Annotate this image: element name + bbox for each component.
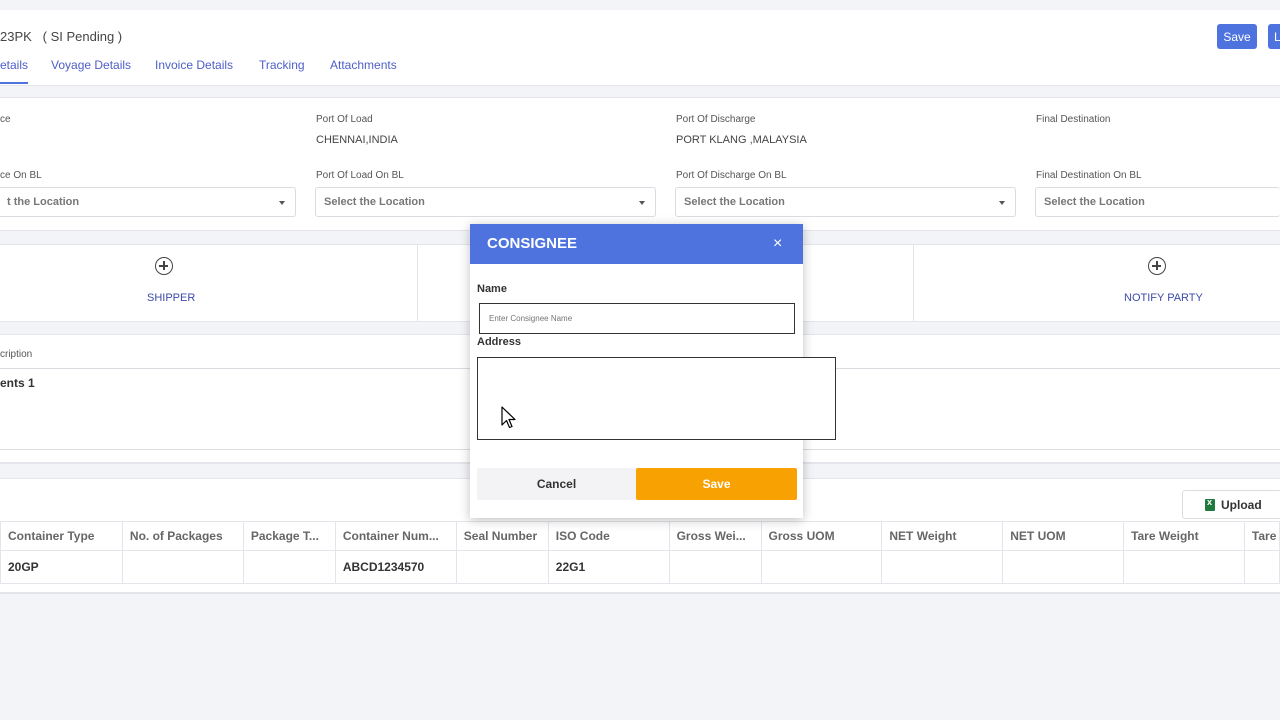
final-destination-label: Final Destination bbox=[1036, 114, 1111, 125]
header-save-button[interactable]: Save bbox=[1217, 24, 1257, 49]
col-net-uom[interactable]: NET UOM bbox=[1002, 521, 1125, 551]
modal-title: CONSIGNEE bbox=[487, 235, 578, 252]
col-container-number[interactable]: Container Num... bbox=[334, 521, 457, 551]
cell-tare-weight bbox=[1123, 550, 1245, 584]
mouse-cursor-icon bbox=[501, 406, 516, 429]
port-of-discharge-label: Port Of Discharge bbox=[676, 114, 756, 125]
container-table: Container Type No. of Packages Package T… bbox=[0, 521, 1280, 584]
description-label: cription bbox=[0, 349, 33, 360]
upload-label: Upload bbox=[1221, 498, 1262, 512]
place-on-bl-placeholder: t the Location bbox=[7, 196, 80, 208]
close-icon[interactable]: × bbox=[773, 235, 782, 253]
address-label: Address bbox=[477, 336, 522, 348]
col-tare-weight[interactable]: Tare Weight bbox=[1123, 521, 1245, 551]
tab-voyage-details[interactable]: Voyage Details bbox=[51, 58, 131, 72]
table-row[interactable]: 20GP ABCD1234570 22G1 bbox=[0, 550, 1280, 584]
notify-party-card[interactable]: NOTIFY PARTY bbox=[914, 245, 1280, 321]
top-strip bbox=[0, 0, 1280, 10]
header-secondary-button[interactable]: L bbox=[1268, 24, 1280, 49]
cell-gross-weight bbox=[668, 550, 762, 584]
page-header: 23PK ( SI Pending ) Save L etails Voyage… bbox=[0, 10, 1280, 86]
port-of-discharge-on-bl-select[interactable]: Select the Location bbox=[675, 187, 1016, 217]
final-destination-on-bl-placeholder: Select the Location bbox=[1044, 196, 1145, 208]
cell-container-number: ABCD1234570 bbox=[334, 550, 457, 584]
cancel-button[interactable]: Cancel bbox=[477, 468, 636, 500]
col-gross-weight[interactable]: Gross Wei... bbox=[668, 521, 762, 551]
cell-no-of-packages bbox=[121, 550, 244, 584]
col-container-type[interactable]: Container Type bbox=[0, 521, 123, 551]
col-no-of-packages[interactable]: No. of Packages bbox=[121, 521, 244, 551]
port-of-discharge-on-bl-label: Port Of Discharge On BL bbox=[676, 170, 787, 181]
col-net-weight[interactable]: NET Weight bbox=[881, 521, 1004, 551]
consignee-modal: CONSIGNEE × Name Address Cancel Save bbox=[470, 224, 836, 518]
cell-net-uom bbox=[1002, 550, 1125, 584]
port-of-load-label: Port Of Load bbox=[316, 114, 373, 125]
upload-button[interactable]: Upload bbox=[1182, 490, 1280, 519]
excel-icon bbox=[1205, 497, 1215, 511]
col-iso-code[interactable]: ISO Code bbox=[547, 521, 670, 551]
locations-panel: ce Port Of Load CHENNAI,INDIA Port Of Di… bbox=[0, 97, 1280, 231]
description-value: ents 1 bbox=[0, 376, 35, 390]
tab-attachments[interactable]: Attachments bbox=[330, 58, 397, 72]
modal-header: CONSIGNEE × bbox=[470, 224, 803, 264]
cell-gross-uom bbox=[760, 550, 883, 584]
port-of-load-on-bl-label: Port Of Load On BL bbox=[316, 170, 404, 181]
cell-seal-number bbox=[455, 550, 549, 584]
tab-invoice-details[interactable]: Invoice Details bbox=[155, 58, 233, 72]
name-label: Name bbox=[477, 283, 507, 295]
page-title: 23PK ( SI Pending ) bbox=[0, 29, 123, 44]
tab-details[interactable]: etails bbox=[0, 58, 29, 84]
shipper-label: SHIPPER bbox=[147, 292, 196, 304]
place-on-bl-select[interactable]: t the Location bbox=[0, 187, 296, 217]
col-seal-number[interactable]: Seal Number bbox=[455, 521, 549, 551]
chevron-down-icon bbox=[639, 201, 645, 205]
cell-net-weight bbox=[881, 550, 1004, 584]
plus-circle-icon[interactable] bbox=[1148, 257, 1166, 275]
col-tare[interactable]: Tare bbox=[1243, 521, 1280, 551]
table-header-row: Container Type No. of Packages Package T… bbox=[0, 521, 1280, 551]
col-package-type[interactable]: Package T... bbox=[242, 521, 336, 551]
consignee-name-input[interactable] bbox=[479, 303, 795, 334]
shipper-card[interactable]: SHIPPER bbox=[0, 245, 418, 321]
final-destination-on-bl-select[interactable]: Select the Location bbox=[1035, 187, 1280, 217]
port-of-discharge-value: PORT KLANG ,MALAYSIA bbox=[676, 134, 807, 146]
tab-tracking[interactable]: Tracking bbox=[259, 58, 305, 72]
chevron-down-icon bbox=[999, 201, 1005, 205]
consignee-address-textarea[interactable] bbox=[477, 357, 836, 440]
save-button[interactable]: Save bbox=[636, 468, 797, 500]
place-label: ce bbox=[0, 114, 11, 125]
cell-package-type bbox=[242, 550, 336, 584]
port-of-load-on-bl-select[interactable]: Select the Location bbox=[315, 187, 656, 217]
cell-iso-code: 22G1 bbox=[547, 550, 670, 584]
cell-tare bbox=[1243, 550, 1280, 584]
port-of-load-on-bl-placeholder: Select the Location bbox=[324, 196, 425, 208]
port-of-load-value: CHENNAI,INDIA bbox=[316, 134, 398, 146]
cell-container-type: 20GP bbox=[0, 550, 123, 584]
final-destination-on-bl-label: Final Destination On BL bbox=[1036, 170, 1142, 181]
port-of-discharge-on-bl-placeholder: Select the Location bbox=[684, 196, 785, 208]
notify-party-label: NOTIFY PARTY bbox=[1124, 292, 1203, 304]
col-gross-uom[interactable]: Gross UOM bbox=[760, 521, 883, 551]
plus-circle-icon[interactable] bbox=[155, 257, 173, 275]
chevron-down-icon bbox=[279, 201, 285, 205]
place-on-bl-label: ce On BL bbox=[0, 170, 42, 181]
